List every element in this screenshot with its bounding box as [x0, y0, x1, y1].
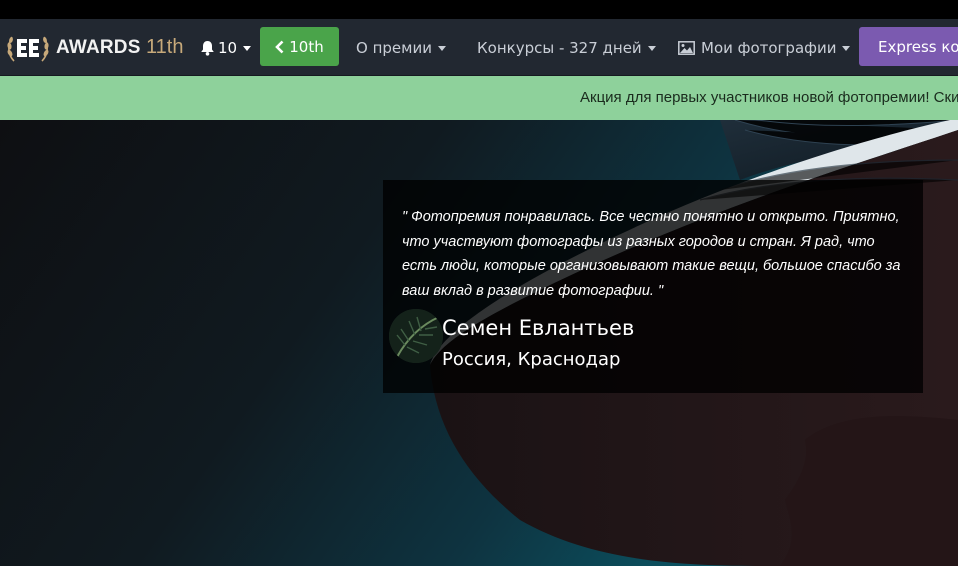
caret-down-icon — [243, 45, 252, 51]
menu-about[interactable]: О премии — [356, 38, 446, 58]
testimonial-card: " Фотопремия понравилась. Все честно пон… — [383, 180, 923, 393]
previous-edition-label: 10th — [289, 37, 324, 56]
testimonial-location: Россия, Краснодар — [442, 349, 621, 370]
express-contest-button[interactable]: Express конкурс — [859, 27, 958, 66]
brand-name: AWARDS — [56, 37, 141, 58]
previous-edition-button[interactable]: 10th — [260, 27, 339, 66]
edition-label: 11th — [146, 36, 184, 58]
testimonial-author: Семен Евлантьев — [442, 316, 635, 340]
testimonial-quote: " Фотопремия понравилась. Все честно пон… — [402, 209, 901, 299]
menu-my-photos[interactable]: Мои фотографии — [678, 38, 851, 58]
laurel-logo-icon — [7, 36, 49, 62]
avatar — [389, 309, 443, 363]
avatar-leaf-image — [389, 309, 443, 363]
chevron-left-icon — [275, 40, 284, 53]
caret-down-icon — [437, 45, 446, 51]
hero-section: " Фотопремия понравилась. Все честно пон… — [0, 120, 958, 566]
express-contest-label: Express конкурс — [878, 37, 958, 56]
caret-down-icon — [842, 45, 851, 51]
brand-logo[interactable]: AWARDS — [6, 31, 141, 65]
menu-contests[interactable]: Конкурсы - 327 дней — [477, 38, 656, 58]
notifications-dropdown[interactable]: 10 — [200, 38, 252, 58]
menu-my-photos-label: Мои фотографии — [701, 39, 837, 57]
navbar: AWARDS 11th 10 10th О премии Конкурсы - … — [0, 19, 958, 76]
menu-contests-label: Конкурсы - 327 дней — [477, 39, 642, 57]
announcement-text: Акция для первых участников новой фотопр… — [580, 89, 958, 106]
bell-icon — [201, 41, 214, 56]
top-strip — [0, 0, 958, 19]
notifications-count: 10 — [218, 39, 238, 57]
caret-down-icon — [647, 45, 656, 51]
announcement-bar[interactable]: Акция для первых участников новой фотопр… — [0, 76, 958, 120]
menu-about-label: О премии — [356, 39, 432, 57]
image-icon — [678, 41, 695, 55]
